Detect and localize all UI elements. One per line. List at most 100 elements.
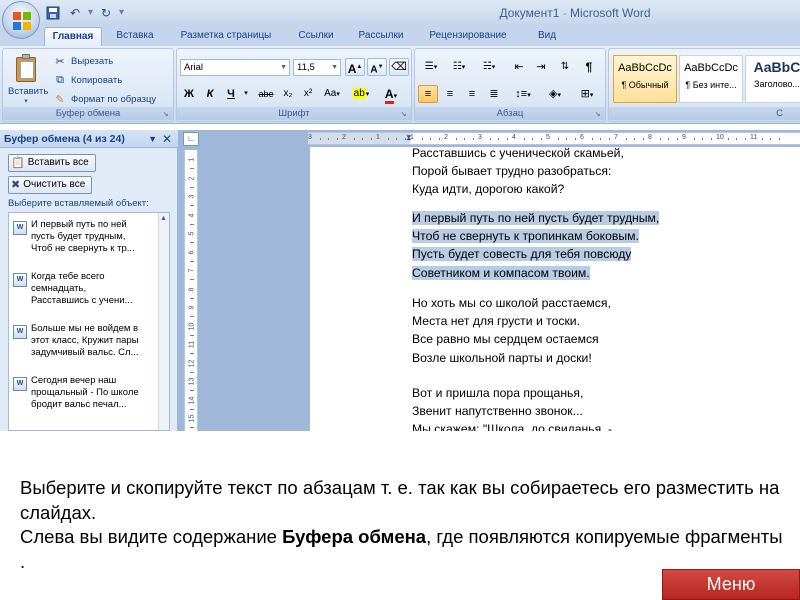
ruler-tick <box>190 242 194 243</box>
clipboard-item[interactable]: W Сегодня вечер наш прощальный - По школ… <box>13 375 155 411</box>
underline-button[interactable]: Ч <box>222 85 240 103</box>
ruler-tick <box>190 186 194 188</box>
paste-all-icon: 📋 <box>11 157 25 169</box>
ruler-number: 2 <box>342 134 346 141</box>
tab-review[interactable]: Рецензирование <box>418 27 518 46</box>
line-spacing-icon[interactable]: ↕≡▾ <box>509 85 537 103</box>
borders-icon[interactable]: ⊞▾ <box>573 85 601 103</box>
paragraph-group: ☰▾ ☷▾ ☵▾ ⇤ ⇥ ⇅ ¶ ≡ ≡ ≡ ≣ ↕≡▾ ◈▾ ⊞▾ Абзац… <box>414 48 606 122</box>
stanza-1-line-3: Куда идти, дорогою какой? <box>412 182 565 197</box>
clipboard-launcher-icon[interactable]: ↘ <box>161 110 170 119</box>
decrease-indent-icon[interactable]: ⇤ <box>509 58 529 76</box>
bullets-button[interactable]: ☰▾ <box>418 58 444 76</box>
caption-line-1: Выберите и скопируйте текст по абзацам т… <box>20 477 780 523</box>
styles-group-label: С <box>609 107 800 120</box>
ruler-tick <box>540 138 542 140</box>
scroll-up-icon[interactable]: ▲ <box>160 215 167 222</box>
clipboard-item[interactable]: W Когда тебе всего семнадцать, Расставши… <box>13 271 155 307</box>
tab-mailings[interactable]: Рассылки <box>350 27 412 46</box>
pane-menu-icon[interactable]: ▼ <box>148 130 157 148</box>
ruler-tick <box>498 138 499 140</box>
close-icon[interactable]: ✕ <box>162 130 172 148</box>
office-button[interactable] <box>2 1 40 39</box>
tab-home[interactable]: Главная <box>44 27 102 46</box>
numbering-button[interactable]: ☷▾ <box>446 58 472 76</box>
change-case-button[interactable]: Aa▾ <box>320 85 344 103</box>
menu-button[interactable]: Меню <box>662 569 800 600</box>
align-left-icon[interactable]: ≡ <box>418 85 438 103</box>
format-painter-button[interactable]: ✎ Формат по образцу <box>53 91 156 107</box>
ruler-number: 11 <box>750 134 758 141</box>
ruler-tick <box>523 138 525 140</box>
style-no-spacing[interactable]: AaBbCcDc ¶ Без инте... <box>679 55 743 103</box>
tab-insert[interactable]: Вставка <box>106 27 164 46</box>
highlight-color-button[interactable]: ab▾ <box>349 85 373 103</box>
style-heading-1[interactable]: AaBbC Заголово... <box>745 55 800 103</box>
caption-line-2: Слева вы видите содержание Буфера обмена… <box>20 526 783 572</box>
paste-all-button[interactable]: 📋 Вставить все <box>8 154 96 172</box>
word-doc-icon: W <box>13 377 27 391</box>
ruler-tick <box>472 138 474 140</box>
ribbon-tabs: Главная Вставка Разметка страницы Ссылки… <box>0 26 800 46</box>
font-size-combo[interactable]: 11,5 ▼ <box>293 59 341 76</box>
clipboard-item[interactable]: W И первый путь по ней пусть будет трудн… <box>13 219 155 255</box>
ruler-tick <box>464 138 465 140</box>
clear-formatting-icon[interactable]: ⌫ <box>389 58 409 76</box>
font-color-button[interactable]: A▾ <box>377 85 405 104</box>
ruler-tick <box>336 138 338 140</box>
tab-view[interactable]: Вид <box>524 27 570 46</box>
italic-button[interactable]: К <box>201 85 219 103</box>
shrink-font-button[interactable]: A▼ <box>367 58 387 76</box>
shading-icon[interactable]: ◈▾ <box>541 85 569 103</box>
paragraph-launcher-icon[interactable]: ↘ <box>593 110 602 119</box>
multilevel-list-button[interactable]: ☵▾ <box>474 58 504 76</box>
increase-indent-icon[interactable]: ⇥ <box>531 58 551 76</box>
align-center-icon[interactable]: ≡ <box>440 85 460 103</box>
ruler-tick <box>190 427 194 428</box>
show-marks-icon[interactable]: ¶ <box>579 58 599 76</box>
ruler-tick <box>430 138 431 140</box>
ruler-tick <box>625 138 627 140</box>
subscript-button[interactable]: x₂ <box>279 85 297 103</box>
ruler-number: 6 <box>188 250 196 254</box>
tab-references[interactable]: Ссылки <box>288 27 344 46</box>
ruler-number: 9 <box>682 134 686 141</box>
copy-button[interactable]: ⧉ Копировать <box>53 72 122 88</box>
ruler-tick <box>387 138 389 140</box>
font-name-combo[interactable]: Arial ▼ <box>180 59 290 76</box>
paste-button[interactable]: Вставить ▾ <box>8 52 48 106</box>
align-right-icon[interactable]: ≡ <box>462 85 482 103</box>
style-normal[interactable]: AaBbCcDc ¶ Обычный <box>613 55 677 103</box>
vertical-ruler: 1 2 3 4 5 6 7 8 9 10 11 12 13 14 15 <box>184 150 198 431</box>
ruler-tick <box>319 138 321 140</box>
horizontal-ruler: 3 2 1 1 2 3 4 5 6 7 8 9 10 11 ⧗ <box>308 132 800 145</box>
ruler-tick <box>190 371 194 373</box>
sort-icon[interactable]: ⇅ <box>555 58 575 76</box>
window-title: Документ1 - Microsoft Word <box>499 6 651 20</box>
font-launcher-icon[interactable]: ↘ <box>399 110 408 119</box>
ruler-number: 3 <box>188 194 196 199</box>
superscript-button[interactable]: x² <box>299 85 317 103</box>
grow-font-button[interactable]: A▲ <box>345 58 365 76</box>
clear-all-button[interactable]: ✖ Очистить все <box>8 176 93 194</box>
cut-button[interactable]: ✂ Вырезать <box>53 53 113 69</box>
ruler-number: 13 <box>188 377 196 386</box>
font-group-label: Шрифт <box>177 107 411 120</box>
underline-dropdown-icon[interactable]: ▾ <box>241 85 251 103</box>
paste-dropdown-icon[interactable]: ▾ <box>8 97 44 105</box>
clipboard-item[interactable]: W Больше мы не войдем в этот класс, Круж… <box>13 323 155 359</box>
justify-icon[interactable]: ≣ <box>484 85 504 103</box>
tab-selector-button[interactable]: ∟ <box>183 132 199 146</box>
ruler-tick <box>506 138 508 140</box>
strikethrough-button[interactable]: abe <box>255 85 277 103</box>
pane-scrollbar[interactable]: ▲ <box>158 213 169 430</box>
ruler-number: 7 <box>188 268 196 273</box>
copy-icon: ⧉ <box>56 73 64 86</box>
tab-page-layout[interactable]: Разметка страницы <box>170 27 282 46</box>
ruler-tick <box>659 138 661 140</box>
clipboard-items-list: W И первый путь по ней пусть будет трудн… <box>8 212 170 431</box>
indent-marker-icon[interactable]: ⧗ <box>406 133 412 143</box>
document-page[interactable]: Расставшись с ученической скамьей, Порой… <box>310 147 800 431</box>
bold-button[interactable]: Ж <box>180 85 198 103</box>
stanza-2-selected: И первый путь по ней пусть будет трудным… <box>412 211 660 280</box>
